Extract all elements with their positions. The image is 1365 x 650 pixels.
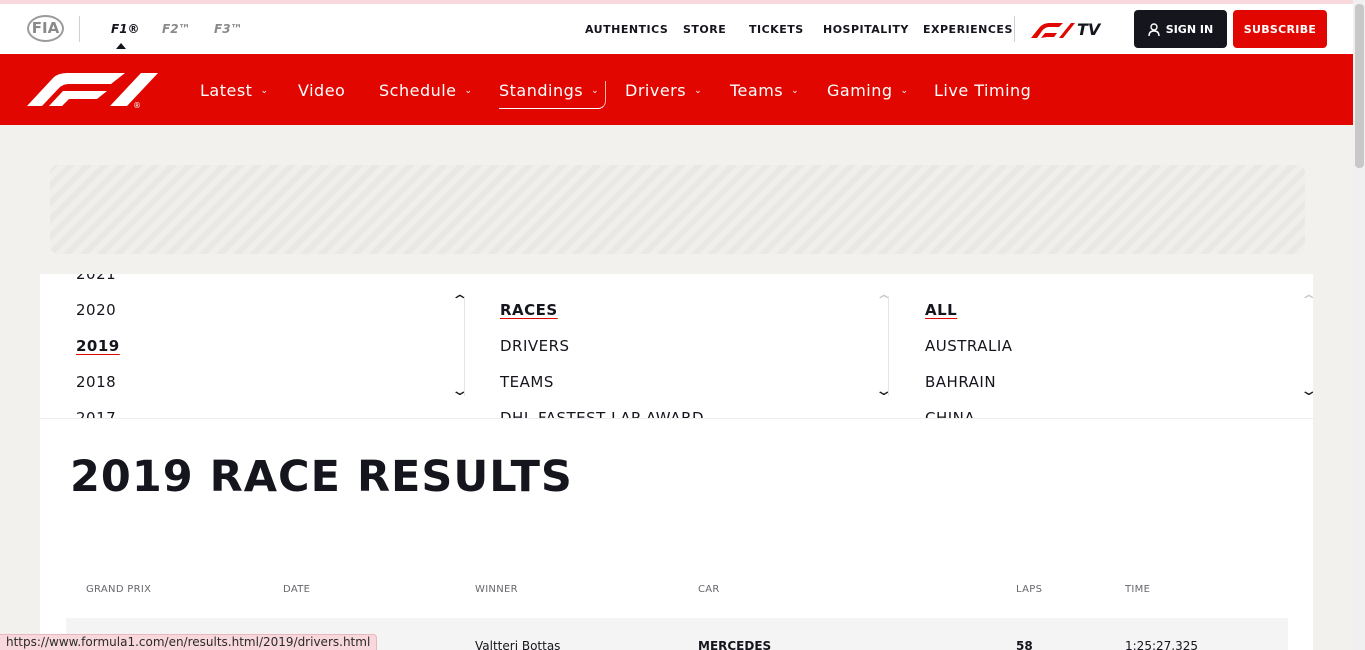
link-status-bar: https://www.formula1.com/en/results.html… xyxy=(0,634,378,650)
nav-gaming[interactable]: Gaming ⌄ xyxy=(827,81,909,100)
scrollbar-thumb[interactable] xyxy=(1355,4,1364,168)
cell-laps: 58 xyxy=(1016,639,1033,650)
year-option[interactable]: 2021 xyxy=(76,274,116,283)
cell-winner[interactable]: Valtteri Bottas xyxy=(475,639,560,650)
nav-drivers[interactable]: Drivers ⌄ xyxy=(625,81,702,100)
series-label: F1® xyxy=(111,22,140,36)
type-option-selected[interactable]: RACES xyxy=(500,301,558,319)
divider xyxy=(1014,16,1015,42)
type-filter[interactable]: RACES DRIVERS TEAMS DHL FASTEST LAP AWAR… xyxy=(500,274,894,418)
chevron-down-icon: ⌄ xyxy=(900,85,909,96)
year-option[interactable]: 2020 xyxy=(76,301,116,319)
column-header-grand-prix: GRAND PRIX xyxy=(86,584,152,595)
sign-in-label: SIGN IN xyxy=(1165,22,1214,36)
tv-label: TV xyxy=(1077,20,1101,39)
nav-label: Standings xyxy=(499,81,584,100)
column-header-time: TIME xyxy=(1125,584,1151,595)
results-filters: 2021 2020 2019 2018 2017 ⌃ ⌄ RACES DRIVE… xyxy=(40,274,1313,419)
subscribe-button[interactable]: SUBSCRIBE xyxy=(1233,10,1327,48)
user-icon xyxy=(1148,22,1160,36)
column-header-laps: LAPS xyxy=(1016,584,1043,595)
series-f2-link[interactable]: F2™ xyxy=(162,22,191,36)
year-option-selected[interactable]: 2019 xyxy=(76,337,120,355)
fia-logo[interactable]: FIA xyxy=(27,15,64,42)
link-experiences[interactable]: EXPERIENCES xyxy=(923,23,1013,36)
sign-in-button[interactable]: SIGN IN xyxy=(1134,10,1227,48)
chevron-up-icon[interactable]: ⌃ xyxy=(1300,292,1313,309)
nav-label: Teams xyxy=(730,81,784,100)
top-bar: FIA F1® F2™ F3™ AUTHENTICS STORE TICKETS… xyxy=(0,4,1353,54)
divider xyxy=(464,296,465,396)
location-option-selected[interactable]: ALL xyxy=(925,301,957,319)
active-caret-icon xyxy=(116,43,126,49)
column-header-winner: WINNER xyxy=(475,584,518,595)
link-authentics[interactable]: AUTHENTICS xyxy=(585,23,668,36)
nav-live-timing[interactable]: Live Timing xyxy=(934,81,1031,100)
nav-label: Drivers xyxy=(625,81,687,100)
page-title: 2019 RACE RESULTS xyxy=(70,452,573,502)
f1-mini-logo-icon xyxy=(1031,23,1075,38)
ad-placeholder xyxy=(50,165,1305,254)
column-header-car: CAR xyxy=(698,584,720,595)
location-option[interactable]: AUSTRALIA xyxy=(925,337,1013,355)
nav-label: Gaming xyxy=(827,81,893,100)
chevron-down-icon: ⌄ xyxy=(791,85,800,96)
year-option[interactable]: 2017 xyxy=(76,409,116,418)
nav-standings[interactable]: Standings ⌄ xyxy=(499,81,607,109)
year-filter[interactable]: 2021 2020 2019 2018 2017 ⌃ ⌄ xyxy=(76,274,470,418)
link-tickets[interactable]: TICKETS xyxy=(749,23,804,36)
type-option[interactable]: TEAMS xyxy=(500,373,554,391)
chevron-down-icon: ⌄ xyxy=(694,85,703,96)
svg-text:®: ® xyxy=(133,101,141,110)
cell-time: 1:25:27.325 xyxy=(1125,639,1198,650)
series-f3-link[interactable]: F3™ xyxy=(214,22,243,36)
nav-latest[interactable]: Latest ⌄ xyxy=(200,81,269,100)
nav-label: Live Timing xyxy=(934,81,1032,100)
divider xyxy=(79,16,80,42)
chevron-down-icon[interactable]: ⌄ xyxy=(451,382,470,399)
nav-video[interactable]: Video xyxy=(298,81,345,100)
f1-logo-icon[interactable]: ® xyxy=(27,72,159,110)
type-option[interactable]: DHL FASTEST LAP AWARD xyxy=(500,409,704,418)
chevron-up-icon[interactable]: ⌃ xyxy=(875,292,894,309)
chevron-down-icon[interactable]: ⌄ xyxy=(1300,382,1313,399)
link-store[interactable]: STORE xyxy=(683,23,726,36)
main-nav: ® Latest ⌄ Video Schedule ⌄ Standings ⌄ Dri… xyxy=(0,54,1353,125)
nav-teams[interactable]: Teams ⌄ xyxy=(730,81,799,100)
table-header: GRAND PRIX DATE WINNER CAR LAPS TIME xyxy=(66,584,1288,608)
results-panel: 2021 2020 2019 2018 2017 ⌃ ⌄ RACES DRIVE… xyxy=(40,274,1313,650)
nav-label: Schedule xyxy=(379,81,457,100)
chevron-down-icon[interactable]: ⌄ xyxy=(875,382,894,399)
nav-label: Video xyxy=(298,81,346,100)
chevron-down-icon: ⌄ xyxy=(591,85,600,96)
series-f1-link[interactable]: F1® xyxy=(111,22,140,49)
cell-car: MERCEDES xyxy=(698,639,772,650)
nav-label: Latest xyxy=(200,81,253,100)
chevron-up-icon[interactable]: ⌃ xyxy=(451,292,470,309)
link-hospitality[interactable]: HOSPITALITY xyxy=(823,23,909,36)
chevron-down-icon: ⌄ xyxy=(260,85,269,96)
chevron-down-icon: ⌄ xyxy=(464,85,473,96)
nav-schedule[interactable]: Schedule ⌄ xyxy=(379,81,473,100)
location-option[interactable]: BAHRAIN xyxy=(925,373,996,391)
location-option[interactable]: CHINA xyxy=(925,409,975,418)
location-filter[interactable]: ALL AUSTRALIA BAHRAIN CHINA ⌃ ⌄ xyxy=(925,274,1313,418)
type-option[interactable]: DRIVERS xyxy=(500,337,570,355)
f1tv-link[interactable]: TV xyxy=(1029,18,1107,40)
divider xyxy=(888,296,889,396)
year-option[interactable]: 2018 xyxy=(76,373,116,391)
column-header-date: DATE xyxy=(283,584,311,595)
